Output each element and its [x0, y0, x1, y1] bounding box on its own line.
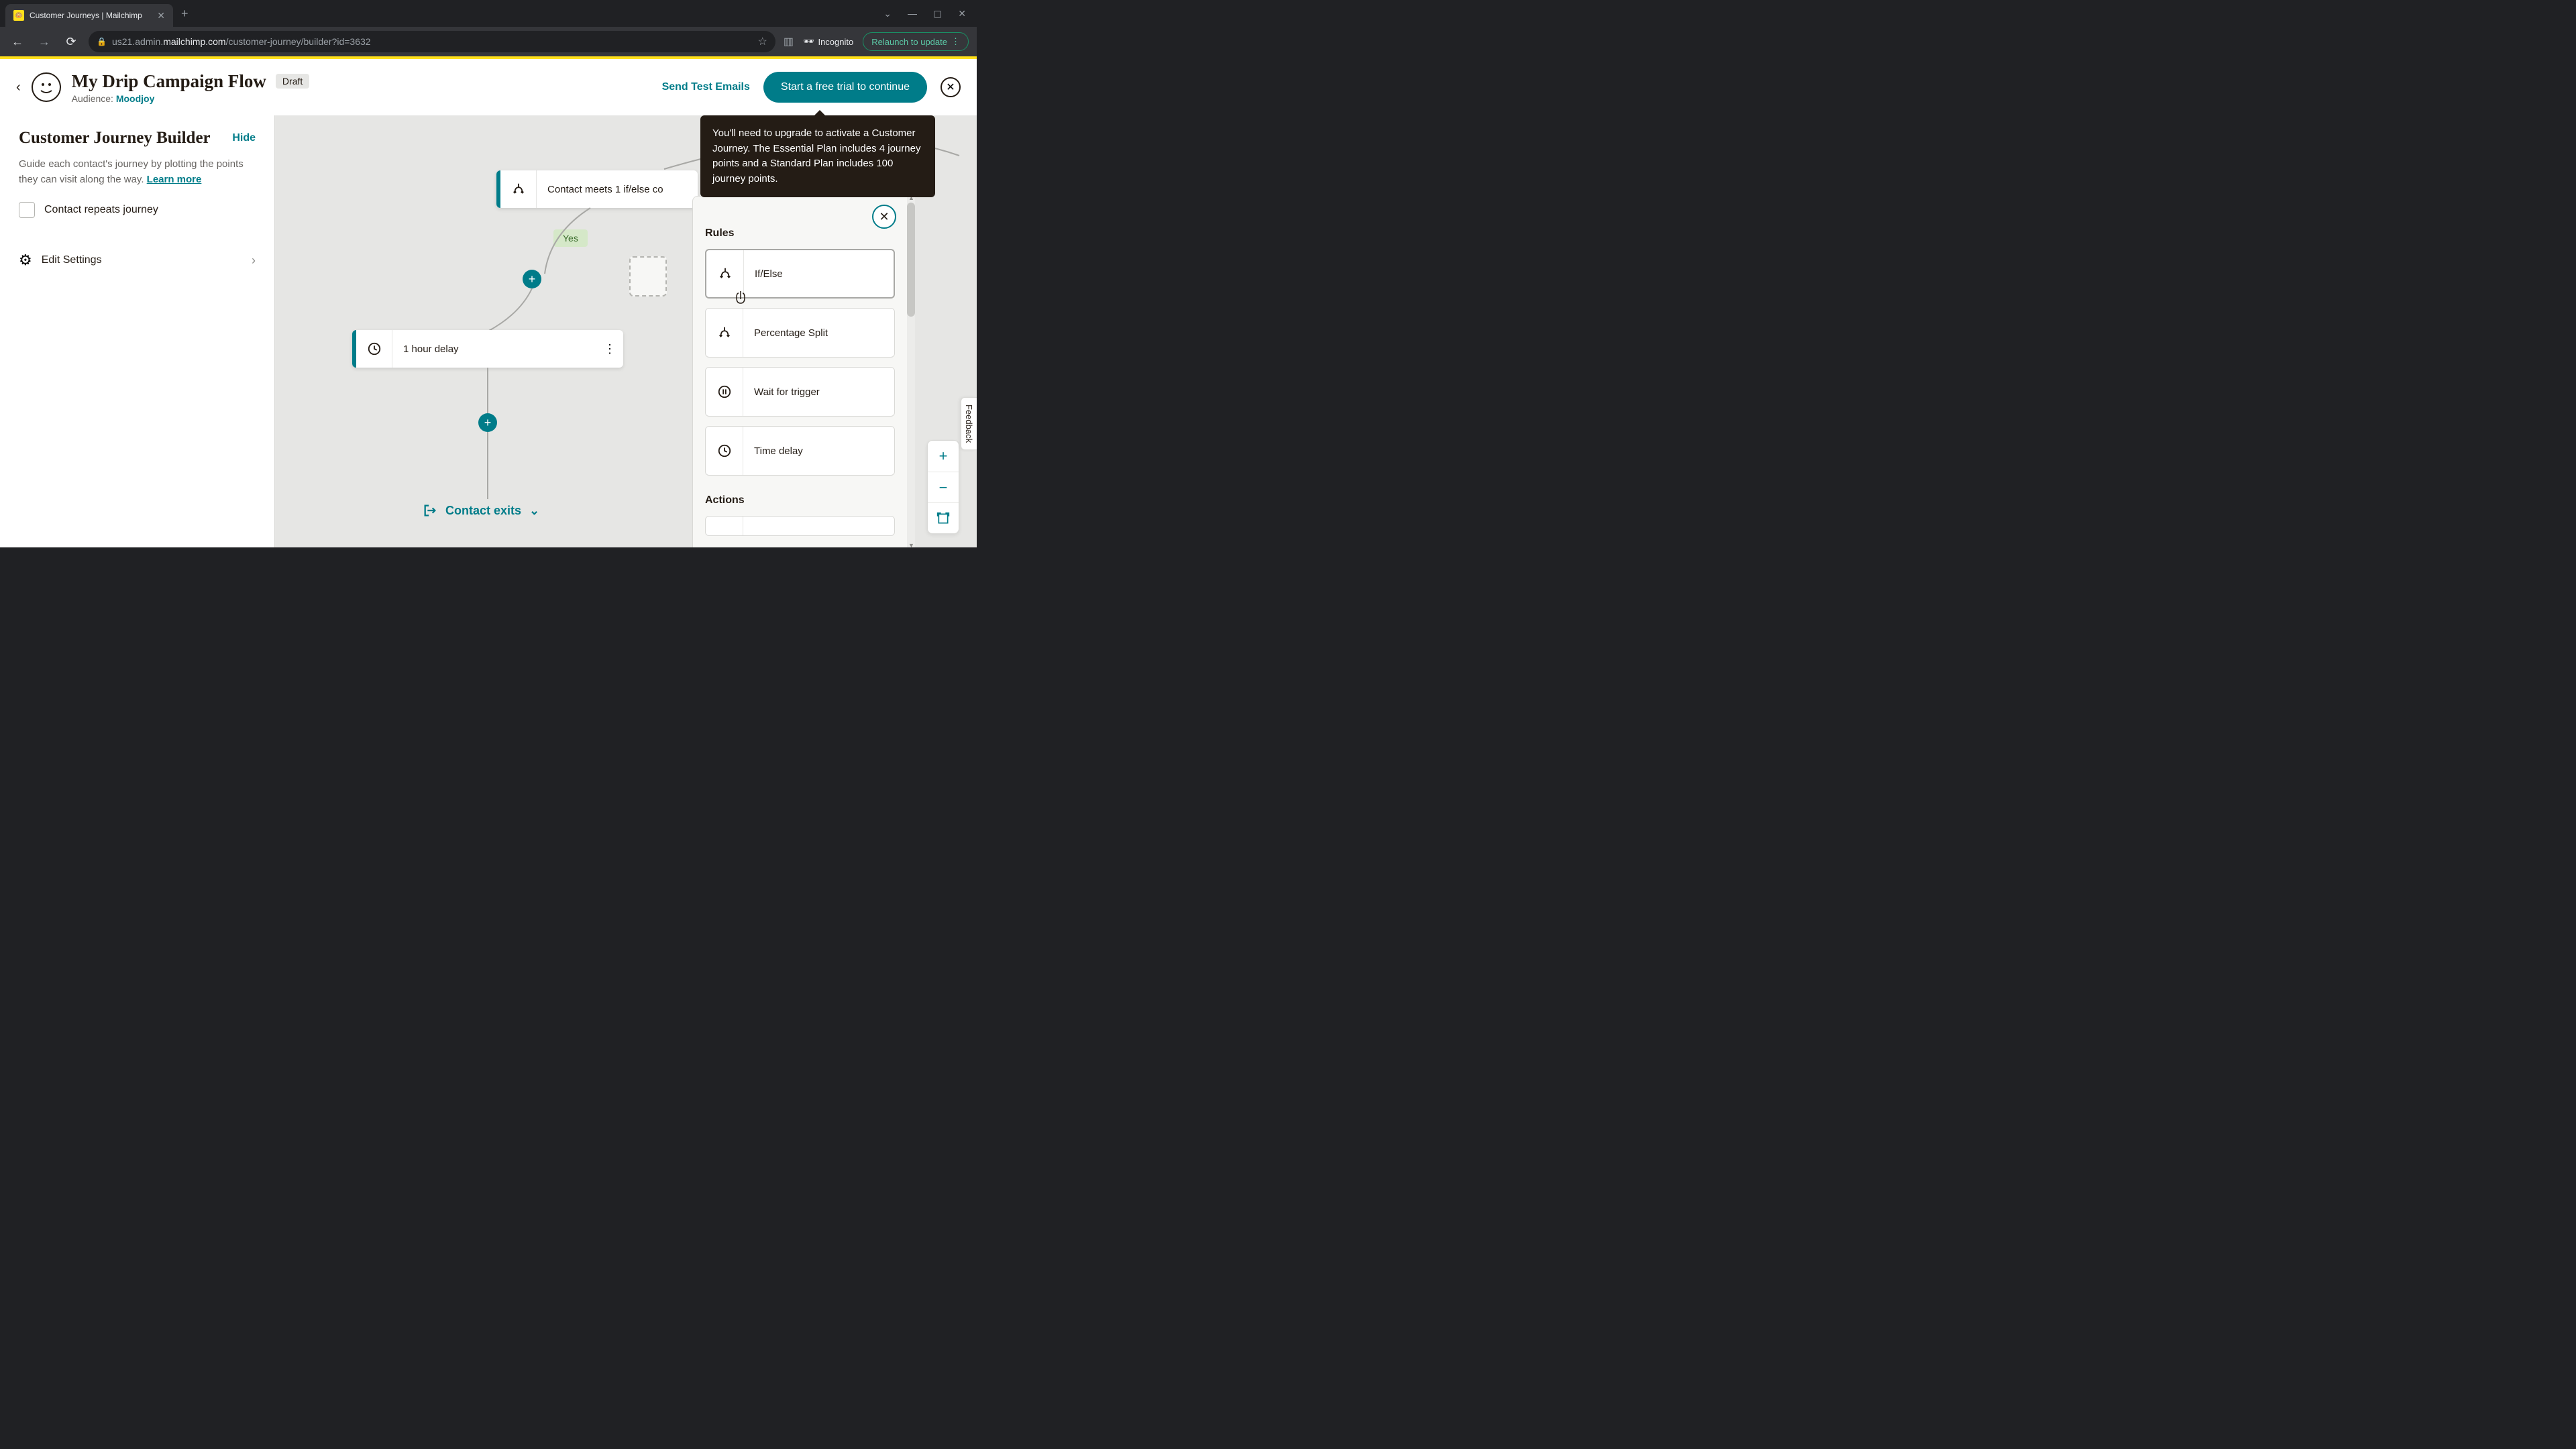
rule-wait-trigger[interactable]: Wait for trigger: [705, 367, 895, 417]
browser-tab[interactable]: 🐵 Customer Journeys | Mailchimp ✕: [5, 4, 173, 27]
relaunch-button[interactable]: Relaunch to update ⋮: [863, 32, 969, 51]
panel-icon[interactable]: ▥: [784, 35, 794, 48]
action-card[interactable]: [705, 516, 895, 536]
back-button[interactable]: ←: [8, 35, 27, 49]
url-text: us21.admin.mailchimp.com/customer-journe…: [112, 36, 371, 47]
scrollbar-thumb[interactable]: [907, 203, 915, 317]
clock-icon: [356, 330, 392, 368]
delay-node-text: 1 hour delay: [392, 330, 596, 368]
feedback-tab[interactable]: Feedback: [961, 397, 977, 450]
hide-sidebar-link[interactable]: Hide: [232, 132, 256, 144]
fit-screen-button[interactable]: [928, 502, 959, 533]
chevron-down-icon: ⌄: [529, 504, 539, 518]
rule-time-delay[interactable]: Time delay: [705, 426, 895, 476]
bookmark-star-icon[interactable]: ☆: [757, 35, 767, 48]
close-window-icon[interactable]: ✕: [958, 8, 966, 19]
close-panel-button[interactable]: ✕: [872, 205, 896, 229]
chevron-right-icon: ›: [252, 254, 256, 268]
drop-target[interactable]: [629, 256, 667, 297]
split-icon: [500, 170, 537, 208]
split-icon: [706, 250, 744, 297]
delay-node[interactable]: 1 hour delay ⋮: [352, 330, 623, 368]
upgrade-tooltip: You'll need to upgrade to activate a Cus…: [700, 115, 935, 197]
forward-button[interactable]: →: [35, 35, 54, 49]
audience-row: Audience: Moodjoy: [72, 93, 310, 104]
back-chevron-icon[interactable]: ‹: [16, 80, 21, 95]
minimize-icon[interactable]: —: [908, 8, 917, 19]
actions-heading: Actions: [705, 494, 895, 506]
learn-more-link[interactable]: Learn more: [147, 174, 202, 185]
pause-icon: [706, 368, 743, 416]
add-step-button[interactable]: +: [478, 413, 497, 432]
kebab-icon: ⋮: [951, 36, 960, 47]
connector-line: [487, 432, 488, 499]
browser-toolbar: ← → ⟳ 🔒 us21.admin.mailchimp.com/custome…: [0, 27, 977, 56]
rule-ifelse[interactable]: If/Else: [705, 249, 895, 299]
ifelse-node-text: Contact meets 1 if/else co: [537, 170, 674, 208]
split-icon: [706, 309, 743, 357]
lock-icon: 🔒: [97, 37, 107, 46]
audience-link[interactable]: Moodjoy: [116, 93, 155, 104]
clock-icon: [706, 427, 743, 475]
repeat-journey-checkbox[interactable]: [19, 202, 35, 218]
mailchimp-logo-icon[interactable]: [32, 72, 61, 102]
close-builder-button[interactable]: ✕: [941, 77, 961, 97]
tab-title: Customer Journeys | Mailchimp: [30, 11, 152, 20]
sidebar: Customer Journey Builder Hide Guide each…: [0, 115, 275, 547]
campaign-title[interactable]: My Drip Campaign Flow: [72, 71, 266, 92]
rules-heading: Rules: [705, 227, 895, 239]
exit-icon: [423, 503, 437, 518]
start-trial-button[interactable]: Start a free trial to continue: [763, 72, 927, 103]
scroll-down-icon[interactable]: ▼: [908, 542, 914, 547]
app-header: ‹ My Drip Campaign Flow Draft Audience: …: [0, 59, 977, 115]
send-test-link[interactable]: Send Test Emails: [662, 81, 750, 93]
edit-settings-row[interactable]: ⚙ Edit Settings ›: [19, 242, 256, 278]
window-controls: ⌄ — ▢ ✕: [883, 8, 977, 19]
contact-exits-row[interactable]: Contact exits ⌄: [423, 503, 539, 518]
incognito-icon: 🕶: [803, 36, 814, 47]
rule-percentage-split[interactable]: Percentage Split: [705, 308, 895, 358]
reload-button[interactable]: ⟳: [62, 35, 80, 49]
ifelse-node[interactable]: Contact meets 1 if/else co: [496, 170, 698, 208]
status-badge: Draft: [276, 74, 309, 89]
gear-icon: ⚙: [19, 252, 32, 269]
favicon-icon: 🐵: [13, 10, 24, 21]
rules-panel: ✕ Rules If/Else Percentage Split Wait fo…: [692, 196, 907, 547]
zoom-controls: + −: [927, 440, 959, 534]
zoom-in-button[interactable]: +: [928, 441, 959, 472]
chevron-down-icon[interactable]: ⌄: [883, 8, 892, 19]
sidebar-title: Customer Journey Builder: [19, 129, 211, 148]
address-bar[interactable]: 🔒 us21.admin.mailchimp.com/customer-jour…: [89, 31, 775, 52]
incognito-badge: 🕶 Incognito: [803, 36, 853, 47]
tab-close-icon[interactable]: ✕: [157, 10, 165, 21]
node-menu-icon[interactable]: ⋮: [596, 330, 623, 368]
zoom-out-button[interactable]: −: [928, 472, 959, 502]
sidebar-description: Guide each contact's journey by plotting…: [19, 157, 256, 187]
maximize-icon[interactable]: ▢: [933, 8, 942, 19]
browser-tab-strip: 🐵 Customer Journeys | Mailchimp ✕ + ⌄ — …: [0, 0, 977, 27]
connector-line: [487, 368, 488, 415]
add-step-button[interactable]: +: [523, 270, 541, 288]
repeat-journey-label: Contact repeats journey: [44, 204, 158, 216]
new-tab-button[interactable]: +: [181, 7, 189, 21]
panel-scrollbar[interactable]: ▲ ▼: [907, 196, 915, 547]
